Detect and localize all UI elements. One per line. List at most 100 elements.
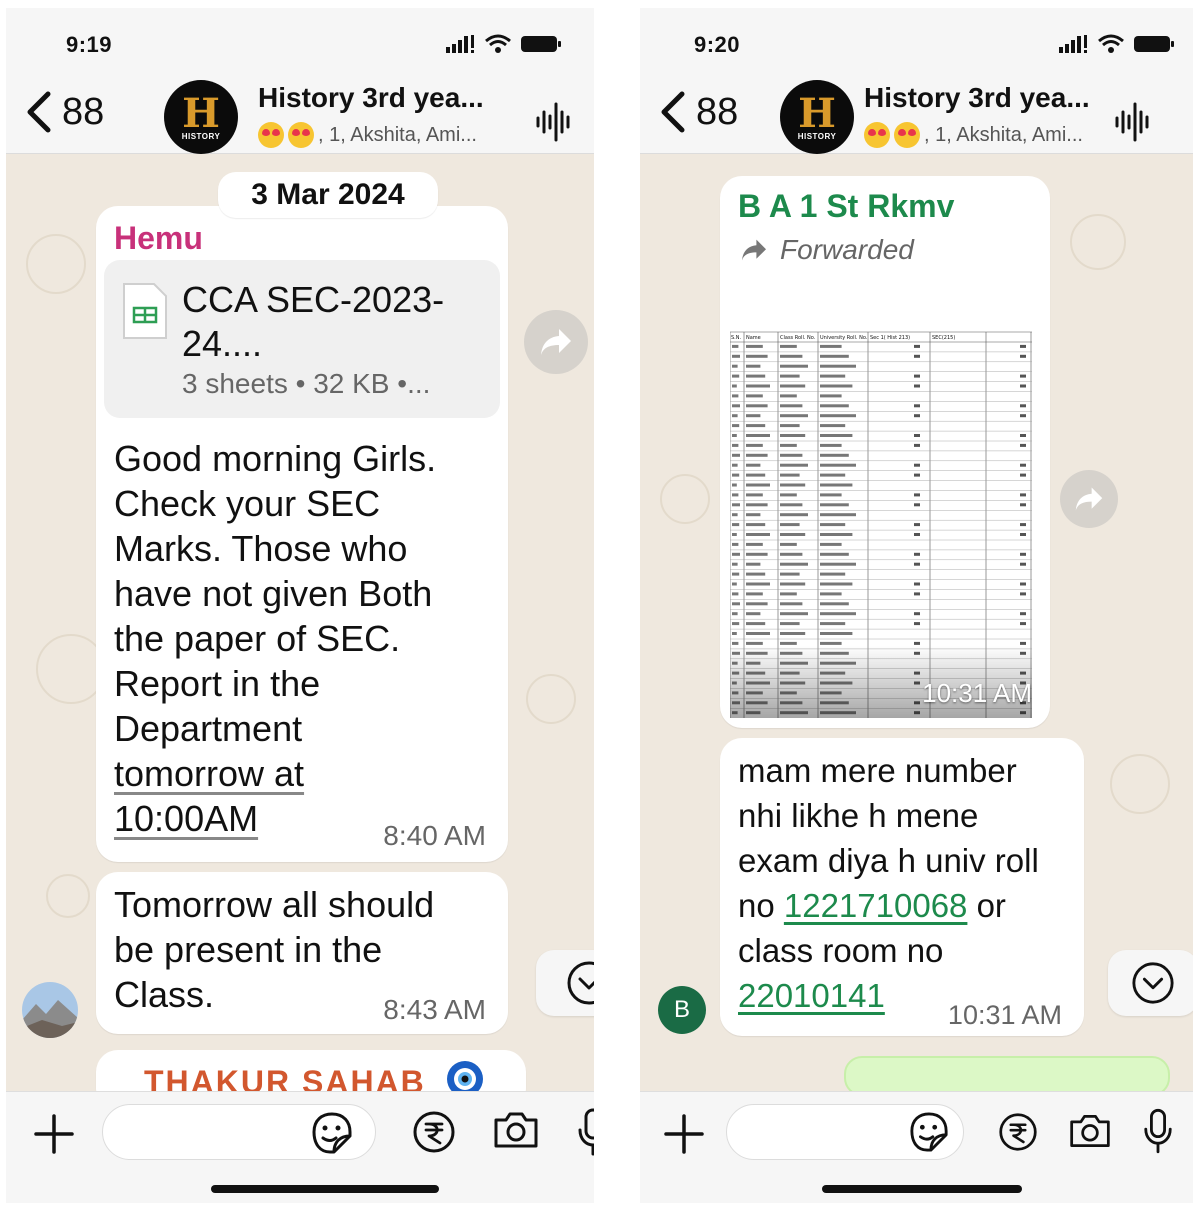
table-cell-blur: [820, 483, 853, 487]
table-cell-blur: [1020, 463, 1026, 467]
table-cell-blur: [820, 572, 846, 576]
wallpaper-doodle: [526, 674, 576, 724]
forward-button[interactable]: [524, 310, 588, 374]
table-cell-blur: [914, 612, 920, 616]
table-cell-blur: [732, 414, 738, 418]
table-cell-blur: [732, 424, 740, 428]
chat-title[interactable]: History 3rd yea...: [864, 82, 1090, 114]
avatar-letter: H: [182, 89, 220, 137]
document-attachment[interactable]: CCA SEC-2023-24.... 3 sheets • 32 KB •..…: [104, 260, 500, 418]
avatar-label: HISTORY: [797, 131, 837, 141]
waveform-icon: [536, 102, 570, 142]
sticker-button[interactable]: [310, 1112, 354, 1159]
payment-button[interactable]: [412, 1110, 456, 1159]
table-cell-blur: [746, 542, 763, 546]
table-cell-blur: [780, 354, 803, 358]
back-button[interactable]: 88: [24, 90, 104, 134]
table-cell-blur: [914, 592, 920, 596]
voice-call-button[interactable]: [1113, 102, 1153, 147]
forwarded-text: Forwarded: [780, 234, 914, 265]
message-bubble[interactable]: Hemu CCA SEC-2023-24.... 3 sheets • 32 K…: [96, 206, 508, 862]
table-cell-blur: [780, 424, 800, 428]
sticker-icon: [910, 1112, 948, 1152]
table-header: Name: [746, 335, 761, 341]
home-indicator[interactable]: [211, 1185, 439, 1193]
left-phone-screen: 9:19 88 H HISTORY History 3rd yea... , 1…: [6, 8, 594, 1203]
voice-note-button[interactable]: [1142, 1108, 1174, 1159]
sender-avatar[interactable]: [22, 982, 78, 1038]
scroll-down-button[interactable]: [536, 950, 594, 1016]
scroll-down-button[interactable]: [1108, 950, 1193, 1016]
table-cell-blur: [780, 641, 797, 645]
message-text: Good morning Girls. Check your SEC Marks…: [114, 436, 504, 841]
heart-eyes-emoji-icon: [864, 122, 890, 148]
table-cell-blur: [746, 523, 766, 527]
nazar-emoji-icon: [447, 1061, 483, 1091]
datetime-link[interactable]: tomorrow at: [114, 751, 304, 796]
table-cell-blur: [820, 622, 846, 626]
chevron-left-icon: [661, 91, 685, 133]
microphone-icon: [1144, 1108, 1172, 1154]
outgoing-bubble-partial[interactable]: [844, 1056, 1170, 1091]
wifi-icon: [1098, 34, 1124, 53]
camera-icon: [1070, 1114, 1110, 1148]
microphone-icon: [578, 1108, 594, 1156]
message-bubble-partial[interactable]: THAKUR SAHAB: [96, 1050, 526, 1091]
forwarded-image[interactable]: S.N. Name Class Roll. No. University Rol…: [730, 326, 1032, 718]
back-button[interactable]: 88: [658, 90, 738, 134]
chat-header: 88 H HISTORY History 3rd yea... , 1, Aks…: [640, 78, 1193, 154]
table-cell-blur: [732, 513, 738, 517]
table-cell-blur: [780, 592, 797, 596]
sticker-button[interactable]: [908, 1112, 950, 1157]
chat-area[interactable]: B A 1 St Rkmv Forwarded S.N. Name Class …: [640, 154, 1193, 1091]
forward-button[interactable]: [1060, 470, 1118, 528]
table-cell-blur: [820, 513, 856, 517]
message-bubble[interactable]: Tomorrow all should be present in the Cl…: [96, 872, 508, 1034]
table-cell-blur: [746, 473, 766, 477]
table-cell-blur: [914, 434, 920, 437]
attach-button[interactable]: [32, 1112, 76, 1161]
chat-title[interactable]: History 3rd yea...: [258, 82, 484, 114]
status-bar: 9:20: [640, 8, 1193, 78]
sender-avatar[interactable]: B: [658, 986, 706, 1034]
phone-number-link[interactable]: 1221710068: [784, 887, 968, 924]
plus-icon: [34, 1114, 74, 1154]
group-avatar[interactable]: H HISTORY: [164, 80, 238, 154]
table-cell-blur: [746, 493, 763, 497]
attach-button[interactable]: [662, 1112, 706, 1161]
table-cell-blur: [780, 542, 797, 546]
table-cell-blur: [780, 414, 808, 418]
text-line: Marks. Those who: [114, 528, 408, 569]
table-cell-blur: [746, 622, 766, 626]
home-indicator[interactable]: [822, 1185, 1022, 1193]
table-cell-blur: [780, 523, 800, 527]
group-avatar[interactable]: H HISTORY: [780, 80, 854, 154]
chat-area[interactable]: Hemu CCA SEC-2023-24.... 3 sheets • 32 K…: [6, 154, 594, 1091]
datetime-link[interactable]: 10:00AM: [114, 796, 258, 841]
unread-count: 88: [696, 90, 739, 133]
table-cell-blur: [732, 612, 738, 616]
document-meta: 3 sheets • 32 KB •...: [182, 368, 431, 399]
sender-name[interactable]: Hemu: [114, 220, 203, 257]
table-cell-blur: [1020, 562, 1026, 566]
heart-eyes-emoji-icon: [258, 122, 284, 148]
chat-members[interactable]: , 1, Akshita, Ami...: [864, 122, 1083, 148]
camera-button[interactable]: [1068, 1112, 1112, 1155]
table-cell-blur: [820, 424, 846, 428]
chat-members[interactable]: , 1, Akshita, Ami...: [258, 122, 477, 148]
camera-button[interactable]: [492, 1110, 540, 1155]
table-cell-blur: [1020, 414, 1026, 418]
table-cell-blur: [746, 414, 761, 418]
voice-note-button[interactable]: [576, 1108, 594, 1161]
table-cell-blur: [732, 533, 737, 536]
forwarded-image-message[interactable]: B A 1 St Rkmv Forwarded S.N. Name Class …: [720, 176, 1050, 728]
phone-number-link[interactable]: 22010141: [738, 977, 885, 1014]
table-cell-blur: [780, 483, 806, 487]
voice-call-button[interactable]: [534, 102, 574, 147]
payment-button[interactable]: [998, 1112, 1038, 1157]
table-cell-blur: [780, 602, 803, 606]
forwarded-sender[interactable]: B A 1 St Rkmv: [738, 188, 954, 225]
table-cell-blur: [732, 523, 740, 527]
message-bubble[interactable]: mam mere number nhi likhe h mene exam di…: [720, 738, 1084, 1036]
table-cell-blur: [746, 453, 768, 457]
